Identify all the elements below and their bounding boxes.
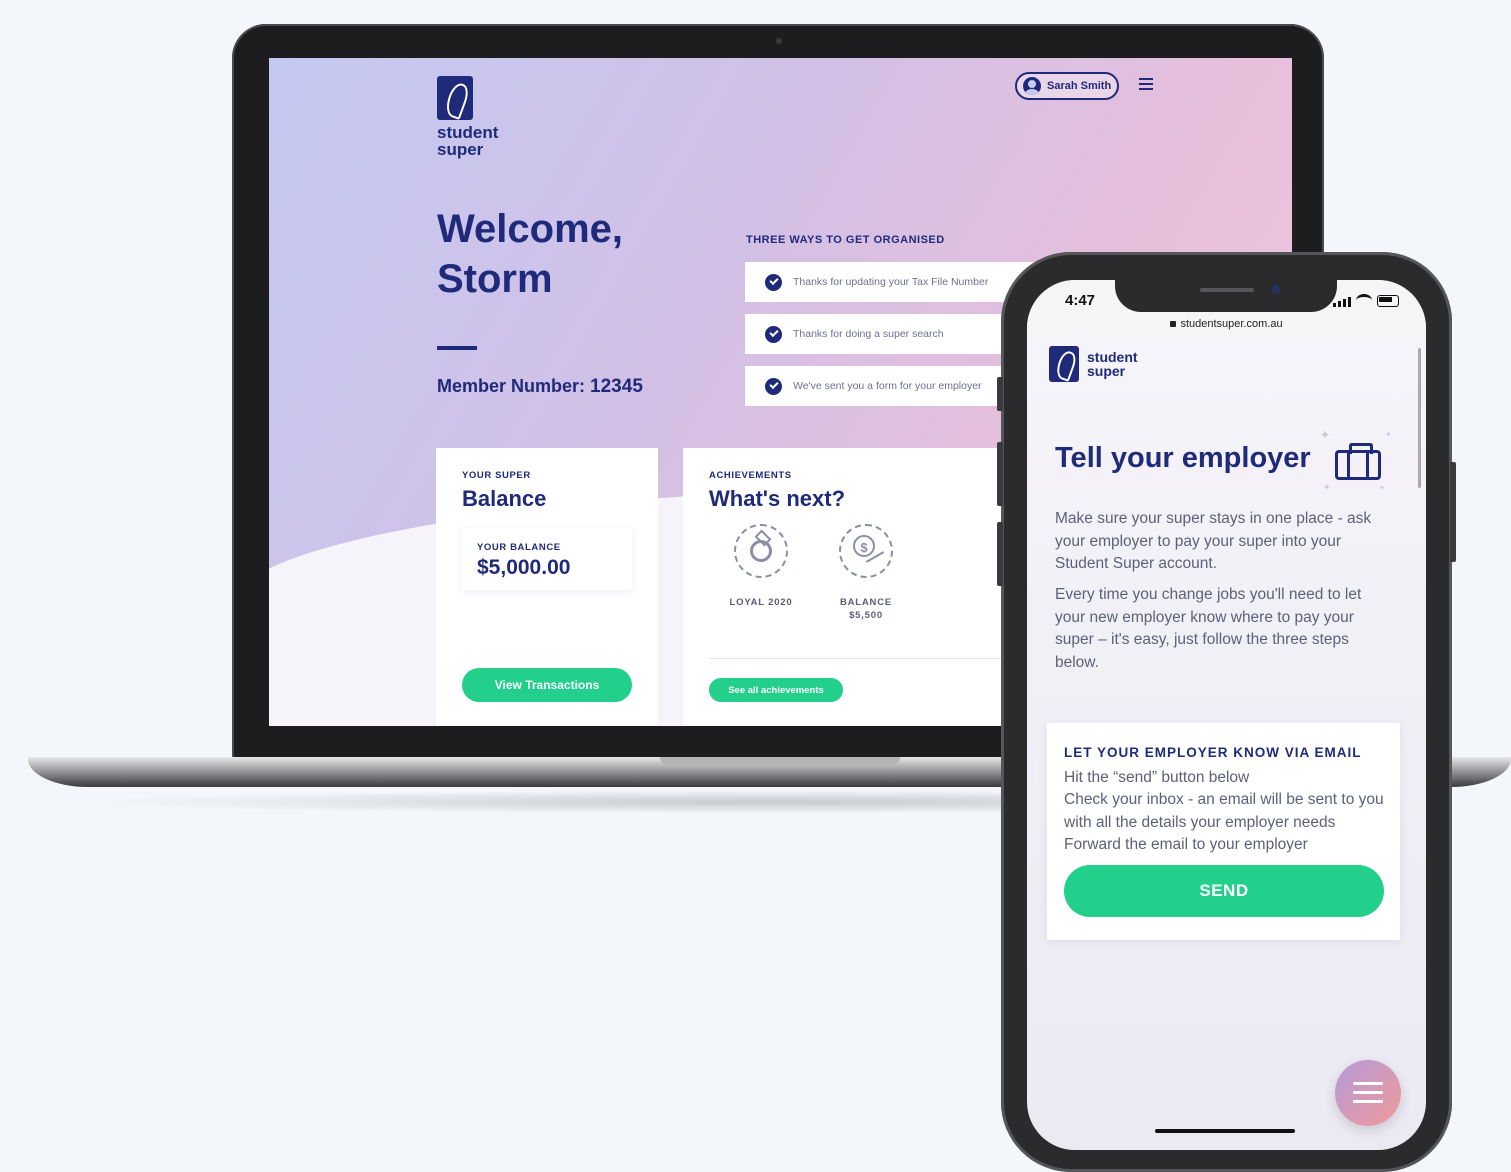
phone-notch (1115, 280, 1337, 312)
achievement-balance[interactable]: BALANCE $5,500 (826, 524, 906, 622)
welcome-name: Storm (437, 257, 553, 301)
intro-paragraph: Make sure your super stays in one place … (1055, 510, 1372, 572)
sparkle-icon: ✦ (1379, 485, 1385, 492)
scrollbar[interactable] (1418, 348, 1421, 488)
balance-label: YOUR BALANCE (477, 542, 561, 553)
welcome-line1: Welcome, (437, 207, 623, 251)
menu-icon-bar (1353, 1100, 1383, 1103)
brand-name-line1: student (1087, 349, 1138, 365)
email-step: Check your inbox - an email will be sent… (1064, 791, 1384, 831)
achievement-loyal[interactable]: LOYAL 2020 (721, 524, 801, 609)
balance-value: $5,000.00 (477, 556, 571, 579)
phone-screen: 4:47 studentsuper.com.au student super T… (1027, 280, 1426, 1150)
email-employer-card: LET YOUR EMPLOYER KNOW VIA EMAIL Hit the… (1047, 723, 1400, 940)
url-text: studentsuper.com.au (1180, 318, 1283, 330)
balance-card: YOUR SUPER Balance YOUR BALANCE $5,000.0… (436, 448, 658, 726)
checklist-item-text: Thanks for doing a super search (793, 328, 944, 340)
achievement-label-group: BALANCE $5,500 (826, 596, 906, 622)
balance-summary: YOUR BALANCE $5,000.00 (462, 528, 632, 590)
brand-name-line2: super (1087, 363, 1126, 379)
balance-card-title: Balance (462, 486, 547, 511)
brand-logo-icon (1049, 346, 1079, 382)
phone-volume-down (997, 522, 1003, 586)
phone-mute-switch (997, 377, 1003, 411)
menu-icon-bar (1353, 1082, 1383, 1085)
brand-logo[interactable]: student super (1049, 346, 1138, 382)
brand-logo[interactable]: student super (437, 76, 498, 158)
phone-volume-up (997, 442, 1003, 506)
checklist-item-text: Thanks for updating your Tax File Number (793, 276, 989, 288)
check-circle-icon (765, 326, 782, 343)
lock-icon (1170, 321, 1177, 328)
instructions-paragraph: Every time you change jobs you'll need t… (1055, 586, 1362, 671)
home-indicator[interactable] (1155, 1129, 1295, 1133)
email-step: Hit the “send” button below (1064, 769, 1250, 786)
checklist-title: THREE WAYS TO GET ORGANISED (746, 234, 945, 246)
front-camera (1271, 285, 1280, 294)
brand-name-line1: student (437, 123, 499, 142)
menu-icon-bar (1353, 1091, 1383, 1094)
laptop-camera (776, 38, 782, 44)
address-bar[interactable]: studentsuper.com.au (1027, 318, 1426, 330)
user-avatar-icon (1023, 77, 1041, 95)
check-circle-icon (765, 378, 782, 395)
achievement-sublabel: $5,500 (849, 610, 883, 621)
see-all-achievements-button[interactable]: See all achievements (709, 678, 843, 702)
briefcase-icon (1335, 443, 1381, 480)
ring-icon (734, 524, 788, 578)
member-number-value: 12345 (590, 376, 643, 397)
welcome-heading: Welcome, Storm (437, 204, 623, 304)
achievement-label: BALANCE (839, 597, 893, 608)
achievement-label: LOYAL 2020 (729, 597, 793, 608)
achievements-card-title: What's next? (709, 486, 846, 511)
signal-icon (1333, 297, 1351, 307)
checklist-item-text: We've sent you a form for your employer (793, 380, 982, 392)
status-time: 4:47 (1065, 292, 1096, 309)
check-circle-icon (765, 274, 782, 291)
battery-icon (1377, 295, 1399, 307)
email-step: Forward the email to your employer (1064, 836, 1308, 853)
brand-name-line2: super (437, 140, 484, 159)
brand-logo-icon (437, 76, 473, 120)
balance-card-eyebrow: YOUR SUPER (462, 470, 531, 481)
phone-power-button (1450, 462, 1456, 562)
user-name: Sarah Smith (1047, 80, 1112, 92)
menu-fab-button[interactable] (1335, 1060, 1401, 1126)
coin-icon (839, 524, 893, 578)
heading-divider (437, 346, 477, 350)
wifi-icon (1356, 294, 1372, 307)
page-title: Tell your employer (1055, 442, 1311, 474)
laptop-hinge-notch (660, 757, 900, 765)
achievements-card-eyebrow: ACHIEVEMENTS (709, 470, 792, 481)
speaker (1200, 288, 1254, 292)
user-account-button[interactable]: Sarah Smith (1015, 72, 1119, 100)
member-number-label: Member Number: (437, 376, 586, 396)
menu-icon[interactable] (1139, 78, 1153, 90)
email-card-title: LET YOUR EMPLOYER KNOW VIA EMAIL (1064, 745, 1362, 760)
sparkle-icon: ✦ (1385, 430, 1392, 439)
phone-frame: 4:47 studentsuper.com.au student super T… (997, 252, 1456, 1172)
sparkle-icon: ✦ (1323, 482, 1331, 492)
status-icons (1333, 294, 1399, 307)
sparkle-icon: ✦ (1320, 428, 1331, 442)
send-button[interactable]: SEND (1064, 865, 1384, 917)
member-number: Member Number: 12345 (437, 376, 643, 398)
view-transactions-button[interactable]: View Transactions (462, 668, 632, 702)
card-divider (709, 658, 1039, 659)
